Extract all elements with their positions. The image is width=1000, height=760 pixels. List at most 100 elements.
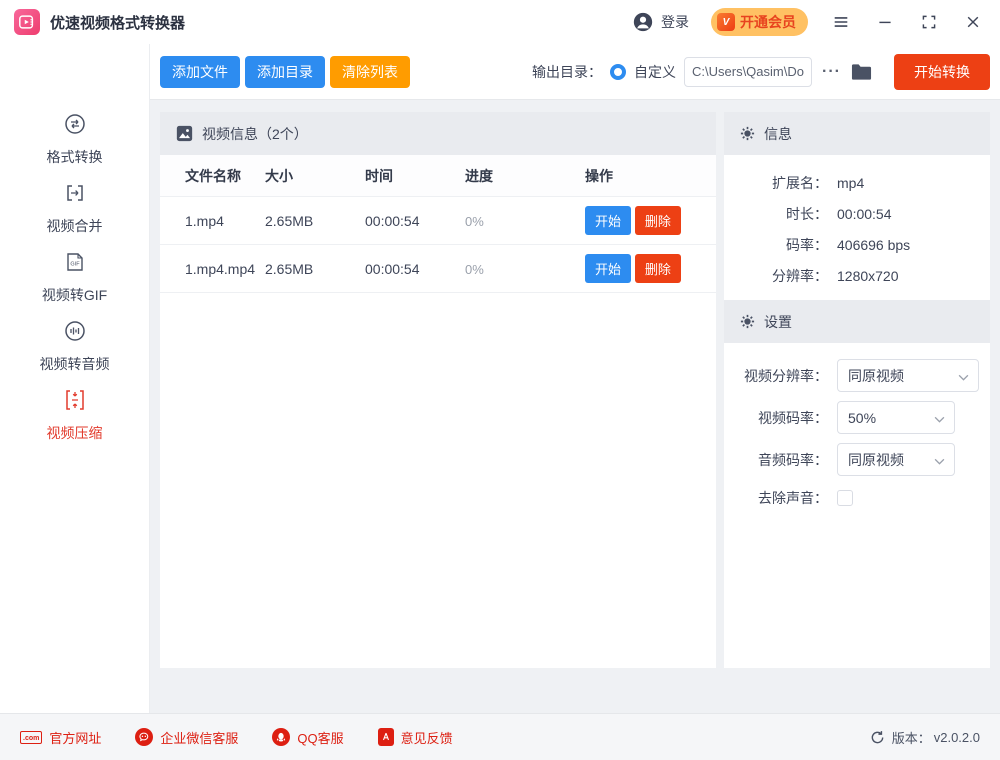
sidebar-item-label: 视频转音频 [40,354,110,374]
col-actions: 操作 [585,166,716,186]
sidebar-item-format-convert[interactable]: 格式转换 [0,112,149,167]
field-value: 1280x720 [837,261,899,292]
resolution-select[interactable]: 同原视频 [837,359,979,392]
app-window: 优速视频格式转换器 登录 V 开通会员 [0,0,1000,760]
start-convert-button[interactable]: 开始转换 [894,54,990,90]
video-merge-icon [63,181,87,210]
table-row[interactable]: 1.mp4.mp4 2.65MB 00:00:54 0% 开始 删除 [160,245,716,293]
add-dir-button[interactable]: 添加目录 [245,56,325,88]
output-path-input[interactable] [684,57,812,87]
footer: .com 官方网址 企业微信客服 QQ客服 意见反馈 [0,713,1000,760]
col-size: 大小 [265,166,365,186]
output-dir-group: 输出目录： 自定义 ··· 开始转换 [532,54,990,90]
vip-button[interactable]: V 开通会员 [711,8,808,36]
file-panel-title: 视频信息（2个） [202,124,308,144]
close-button[interactable] [962,11,984,33]
add-file-button[interactable]: 添加文件 [160,56,240,88]
table-header-row: 文件名称 大小 时间 进度 操作 [160,155,716,197]
video-to-gif-icon: GIF [63,250,87,279]
setting-video-bitrate: 视频码率： 50% [724,401,990,434]
titlebar-left: 优速视频格式转换器 [14,9,185,35]
wechat-support-link[interactable]: 企业微信客服 [135,728,238,747]
info-panel-header: 信息 [724,112,990,155]
toolbar: 添加文件 添加目录 清除列表 输出目录： 自定义 ··· 开始转换 [150,44,1000,100]
version-area: 版本： v2.0.2.0 [870,728,980,747]
remove-audio-checkbox[interactable] [837,490,853,506]
titlebar: 优速视频格式转换器 登录 V 开通会员 [0,0,1000,44]
row-delete-button[interactable]: 删除 [635,206,681,235]
video-bitrate-select[interactable]: 50% [837,401,955,434]
field-value: 00:00:54 [837,199,892,230]
chevron-down-icon [958,368,969,384]
footer-link-label: 官方网址 [49,728,101,747]
progress-cell: 0% [465,213,585,229]
progress-cell: 0% [465,261,585,277]
official-site-link[interactable]: .com 官方网址 [20,728,101,747]
col-file-name: 文件名称 [160,166,265,186]
user-avatar-icon [632,11,654,33]
qq-support-link[interactable]: QQ客服 [272,728,343,747]
sidebar-item-label: 格式转换 [47,147,103,167]
app-title: 优速视频格式转换器 [50,12,185,33]
file-list-panel: 视频信息（2个） 文件名称 大小 时间 进度 操作 1.mp4 2.65MB 0… [160,112,716,668]
file-time: 00:00:54 [365,261,465,277]
footer-link-label: QQ客服 [297,728,343,747]
progress-value: 0% [465,262,484,277]
format-convert-icon [63,112,87,141]
sidebar-item-video-to-gif[interactable]: GIF 视频转GIF [0,250,149,305]
clear-list-button[interactable]: 清除列表 [330,56,410,88]
feedback-icon [378,728,394,746]
file-panel-header: 视频信息（2个） [160,112,716,155]
feedback-link[interactable]: 意见反馈 [378,728,453,747]
info-row-bitrate: 码率： 406696 bps [724,230,990,261]
audio-bitrate-select[interactable]: 同原视频 [837,443,955,476]
custom-radio-label: 自定义 [634,62,676,82]
login-button[interactable]: 登录 [632,11,689,33]
selected-value: 同原视频 [848,450,904,470]
maximize-button[interactable] [918,11,940,33]
version-label: 版本： [892,728,931,747]
video-info-icon [176,125,193,142]
field-label: 时长： [724,199,828,230]
table-row[interactable]: 1.mp4 2.65MB 00:00:54 0% 开始 删除 [160,197,716,245]
field-value: mp4 [837,168,864,199]
version-value: v2.0.2.0 [934,730,980,745]
setting-label: 视频分辨率： [724,366,828,386]
footer-link-label: 企业微信客服 [160,728,238,747]
col-time: 时间 [365,166,465,186]
sidebar-item-video-merge[interactable]: 视频合并 [0,181,149,236]
progress-value: 0% [465,214,484,229]
com-icon: .com [20,731,42,744]
file-name: 1.mp4.mp4 [160,261,265,277]
wechat-icon [135,728,153,746]
settings-fields: 视频分辨率： 同原视频 视频码率： 50% [724,343,990,508]
info-row-duration: 时长： 00:00:54 [724,199,990,230]
file-name: 1.mp4 [160,213,265,229]
sidebar-item-label: 视频压缩 [47,423,103,443]
row-delete-button[interactable]: 删除 [635,254,681,283]
row-start-button[interactable]: 开始 [585,206,631,235]
menu-button[interactable] [830,11,852,33]
gear-icon [740,126,755,141]
footer-links: .com 官方网址 企业微信客服 QQ客服 意见反馈 [20,728,453,747]
setting-resolution: 视频分辨率： 同原视频 [724,359,990,392]
setting-remove-audio: 去除声音： [724,488,990,508]
setting-audio-bitrate: 音频码率： 同原视频 [724,443,990,476]
custom-radio[interactable] [610,64,626,80]
sidebar: 格式转换 视频合并 GIF 视频转GIF 视频转音频 [0,44,150,713]
main-area: 添加文件 添加目录 清除列表 输出目录： 自定义 ··· 开始转换 [150,44,1000,713]
col-progress: 进度 [465,166,585,186]
content-area: 视频信息（2个） 文件名称 大小 时间 进度 操作 1.mp4 2.65MB 0… [150,100,1000,713]
minimize-button[interactable] [874,11,896,33]
folder-icon[interactable] [851,63,872,81]
more-options-button[interactable]: ··· [820,63,843,81]
row-start-button[interactable]: 开始 [585,254,631,283]
login-label: 登录 [661,12,689,32]
row-actions: 开始 删除 [585,254,716,283]
row-actions: 开始 删除 [585,206,716,235]
sidebar-item-video-compress[interactable]: 视频压缩 [0,388,149,443]
refresh-icon[interactable] [870,730,885,745]
sidebar-item-video-to-audio[interactable]: 视频转音频 [0,319,149,374]
right-panel: 信息 扩展名： mp4 时长： 00:00:54 码率： [724,112,990,668]
info-row-resolution: 分辨率： 1280x720 [724,261,990,292]
